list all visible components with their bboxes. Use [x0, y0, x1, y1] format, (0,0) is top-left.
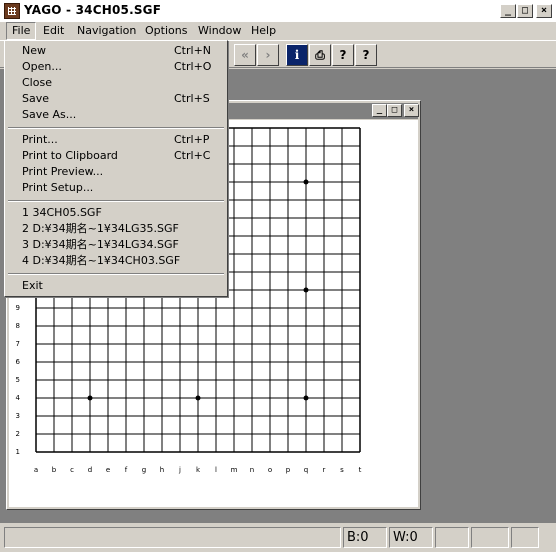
- print-icon[interactable]: ⎙: [309, 44, 331, 66]
- column-label: p: [286, 466, 291, 474]
- row-label: 3: [16, 412, 20, 420]
- column-label: c: [70, 466, 74, 474]
- menu-item-label: Print Setup...: [22, 181, 94, 194]
- board-minimize-button[interactable]: _: [372, 104, 387, 117]
- menu-window[interactable]: Window: [193, 22, 246, 40]
- column-label: j: [178, 466, 181, 474]
- menu-item-new[interactable]: New Ctrl+N: [8, 43, 224, 59]
- column-label: n: [250, 466, 254, 474]
- menu-item-label: Exit: [22, 279, 43, 292]
- row-label: 1: [16, 448, 20, 456]
- column-label: k: [196, 466, 201, 474]
- menu-separator: [8, 127, 224, 129]
- row-label: 6: [16, 358, 21, 366]
- menu-item-print-to-clipboard[interactable]: Print to Clipboard Ctrl+C: [8, 148, 224, 164]
- prev-double-button[interactable]: «: [234, 44, 256, 66]
- menu-separator: [8, 200, 224, 202]
- column-label: h: [160, 466, 164, 474]
- status-pane-extra-3: [511, 527, 539, 548]
- menu-options[interactable]: Options: [140, 22, 192, 40]
- menu-item-open[interactable]: Open... Ctrl+O: [8, 59, 224, 75]
- menu-item-save[interactable]: Save Ctrl+S: [8, 91, 224, 107]
- context-help-icon[interactable]: ?: [355, 44, 377, 66]
- menu-item-label: New: [22, 44, 46, 57]
- menu-item-label: 2 D:¥34期名~1¥34LG35.SGF: [22, 222, 179, 235]
- menu-item-label: 1 34CH05.SGF: [22, 206, 102, 219]
- menu-item-label: Print...: [22, 133, 58, 146]
- menu-bar: File Edit Navigation Options Window Help: [0, 22, 556, 40]
- column-label: q: [304, 466, 308, 474]
- column-label: t: [359, 466, 362, 474]
- status-pane-extra-1: [435, 527, 469, 548]
- menu-separator: [8, 273, 224, 275]
- status-message-pane: [4, 527, 341, 548]
- menu-item-print-setup[interactable]: Print Setup...: [8, 180, 224, 196]
- row-label: 9: [16, 304, 20, 312]
- file-menu-dropdown: New Ctrl+N Open... Ctrl+O Close Save Ctrl+S…: [4, 40, 228, 297]
- column-label: d: [88, 466, 92, 474]
- menu-item-save-as[interactable]: Save As...: [8, 107, 224, 123]
- row-label: 4: [16, 394, 21, 402]
- title-bar[interactable]: YAGO - 34CH05.SGF _ □ ×: [0, 0, 556, 22]
- menu-help[interactable]: Help: [246, 22, 281, 40]
- menu-edit[interactable]: Edit: [38, 22, 69, 40]
- menu-item-label: Save: [22, 92, 50, 105]
- menu-item-close[interactable]: Close: [8, 75, 224, 91]
- menu-item-label: 4 D:¥34期名~1¥34CH03.SGF: [22, 254, 181, 267]
- menu-item-recent-4[interactable]: 4 D:¥34期名~1¥34CH03.SGF: [8, 253, 224, 269]
- menu-item-shortcut: Ctrl+N: [174, 44, 212, 57]
- row-label: 5: [16, 376, 20, 384]
- menu-item-print-preview[interactable]: Print Preview...: [8, 164, 224, 180]
- minimize-button[interactable]: _: [500, 4, 516, 18]
- menu-item-recent-2[interactable]: 2 D:¥34期名~1¥34LG35.SGF: [8, 221, 224, 237]
- menu-item-label: Open...: [22, 60, 62, 73]
- column-label: m: [231, 466, 238, 474]
- menu-item-label: Print to Clipboard: [22, 149, 118, 162]
- hoshi-point: [195, 395, 201, 401]
- help-icon[interactable]: ?: [332, 44, 354, 66]
- menu-item-print[interactable]: Print... Ctrl+P: [8, 132, 224, 148]
- menu-item-shortcut: Ctrl+P: [174, 133, 210, 146]
- status-pane-extra-2: [471, 527, 509, 548]
- menu-item-exit[interactable]: Exit: [8, 278, 224, 294]
- column-label: b: [52, 466, 57, 474]
- menu-item-label: Close: [22, 76, 52, 89]
- menu-item-label: Save As...: [22, 108, 77, 121]
- menu-item-label: Print Preview...: [22, 165, 104, 178]
- app-icon[interactable]: [4, 3, 20, 19]
- hoshi-point: [87, 395, 93, 401]
- row-label: 8: [16, 322, 20, 330]
- hoshi-point: [303, 287, 309, 293]
- column-label: f: [125, 466, 128, 474]
- menu-item-shortcut: Ctrl+O: [174, 60, 212, 73]
- close-button[interactable]: ×: [536, 4, 552, 18]
- column-label: s: [340, 466, 344, 474]
- prev-button[interactable]: ›: [257, 44, 279, 66]
- column-label: e: [106, 466, 110, 474]
- menu-item-shortcut: Ctrl+C: [174, 149, 211, 162]
- white-captures: W:0: [389, 527, 433, 548]
- menu-item-shortcut: Ctrl+S: [174, 92, 210, 105]
- row-label: 7: [16, 340, 20, 348]
- menu-item-recent-3[interactable]: 3 D:¥34期名~1¥34LG34.SGF: [8, 237, 224, 253]
- info-icon[interactable]: i: [286, 44, 308, 66]
- board-close-button[interactable]: ×: [404, 104, 419, 117]
- hoshi-point: [303, 179, 309, 185]
- column-label: g: [142, 466, 146, 474]
- hoshi-point: [303, 395, 309, 401]
- black-captures: B:0: [343, 527, 387, 548]
- menu-item-label: 3 D:¥34期名~1¥34LG34.SGF: [22, 238, 179, 251]
- column-label: r: [323, 466, 326, 474]
- window-title: YAGO - 34CH05.SGF: [24, 3, 162, 17]
- board-maximize-button[interactable]: □: [387, 104, 402, 117]
- menu-file[interactable]: File: [6, 22, 37, 40]
- row-label: 2: [16, 430, 20, 438]
- status-bar: B:0 W:0: [0, 524, 556, 552]
- column-label: o: [268, 466, 272, 474]
- menu-item-recent-1[interactable]: 1 34CH05.SGF: [8, 205, 224, 221]
- menu-navigation[interactable]: Navigation: [72, 22, 141, 40]
- column-label: a: [34, 466, 38, 474]
- column-label: l: [215, 466, 217, 474]
- maximize-button[interactable]: □: [517, 4, 533, 18]
